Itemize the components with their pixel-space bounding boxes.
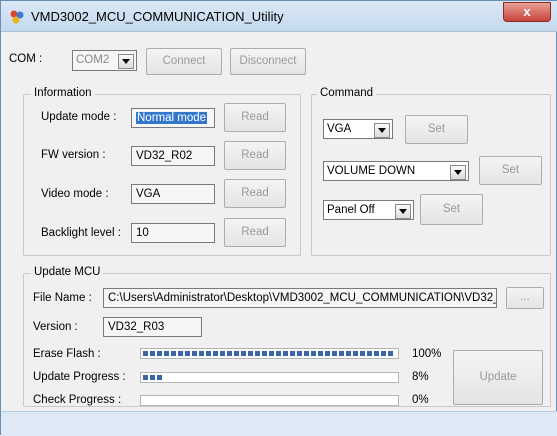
com-label: COM : [9, 53, 43, 65]
update-button[interactable]: Update [453, 350, 543, 405]
update-progress-bar [140, 372, 399, 383]
command-select[interactable]: VOLUME DOWN [323, 161, 469, 181]
update-mode-value: Normal mode [136, 112, 208, 124]
read-video-mode-button[interactable]: Read [224, 179, 286, 208]
app-icon [10, 10, 24, 24]
video-mode-select-value: VGA [327, 123, 352, 135]
command-legend: Command [317, 87, 377, 99]
panel-select-value: Panel Off [327, 204, 375, 216]
update-mcu-legend: Update MCU [31, 266, 104, 278]
update-progress-percent: 8% [412, 371, 429, 383]
window-title: VMD3002_MCU_COMMUNICATION_Utility [31, 9, 284, 24]
update-mode-field: Normal mode [131, 108, 215, 128]
chevron-down-icon[interactable] [395, 204, 411, 219]
title-bar[interactable]: VMD3002_MCU_COMMUNICATION_Utility x [1, 1, 557, 32]
com-port-value: COM2 [76, 54, 110, 66]
set-command-button[interactable]: Set [479, 156, 542, 185]
browse-button[interactable]: ... [506, 287, 544, 309]
erase-flash-progress-fill [143, 351, 394, 356]
disconnect-button[interactable]: Disconnect [230, 48, 306, 75]
file-name-field[interactable]: C:\Users\Administrator\Desktop\VMD3002_M… [103, 288, 497, 308]
connect-button[interactable]: Connect [146, 48, 222, 75]
erase-flash-progress-bar [140, 348, 399, 359]
read-fw-version-button[interactable]: Read [224, 141, 286, 170]
video-mode-select[interactable]: VGA [323, 119, 393, 139]
video-mode-field: VGA [131, 184, 215, 204]
information-legend: Information [31, 87, 95, 99]
app-window: VMD3002_MCU_COMMUNICATION_Utility x COM … [0, 0, 557, 436]
read-update-mode-button[interactable]: Read [224, 103, 286, 132]
file-name-label: File Name : [33, 292, 92, 304]
backlight-level-label: Backlight level : [41, 227, 121, 239]
update-progress-fill [143, 375, 163, 380]
fw-version-field: VD32_R02 [131, 146, 215, 166]
panel-select[interactable]: Panel Off [323, 200, 414, 220]
version-label: Version : [33, 321, 78, 333]
close-icon: x [523, 4, 531, 19]
chevron-down-icon[interactable] [450, 165, 466, 180]
chevron-down-icon[interactable] [118, 54, 134, 69]
read-backlight-level-button[interactable]: Read [224, 218, 286, 247]
check-progress-bar [140, 395, 399, 406]
fw-version-label: FW version : [41, 149, 106, 161]
com-port-select[interactable]: COM2 [72, 50, 137, 71]
check-progress-percent: 0% [412, 394, 429, 406]
video-mode-label: Video mode : [41, 188, 109, 200]
erase-flash-percent: 100% [412, 348, 442, 360]
version-field: VD32_R03 [103, 317, 202, 337]
set-video-mode-button[interactable]: Set [405, 115, 468, 144]
erase-flash-label: Erase Flash : [33, 348, 101, 360]
update-progress-label: Update Progress : [33, 371, 126, 383]
chevron-down-icon[interactable] [374, 123, 390, 138]
check-progress-label: Check Progress : [33, 394, 122, 406]
command-select-value: VOLUME DOWN [327, 165, 416, 177]
status-bar [1, 411, 557, 436]
backlight-level-field: 10 [131, 223, 215, 243]
update-mode-label: Update mode : [41, 111, 117, 123]
close-button[interactable]: x [503, 2, 551, 22]
set-panel-button[interactable]: Set [420, 194, 483, 225]
